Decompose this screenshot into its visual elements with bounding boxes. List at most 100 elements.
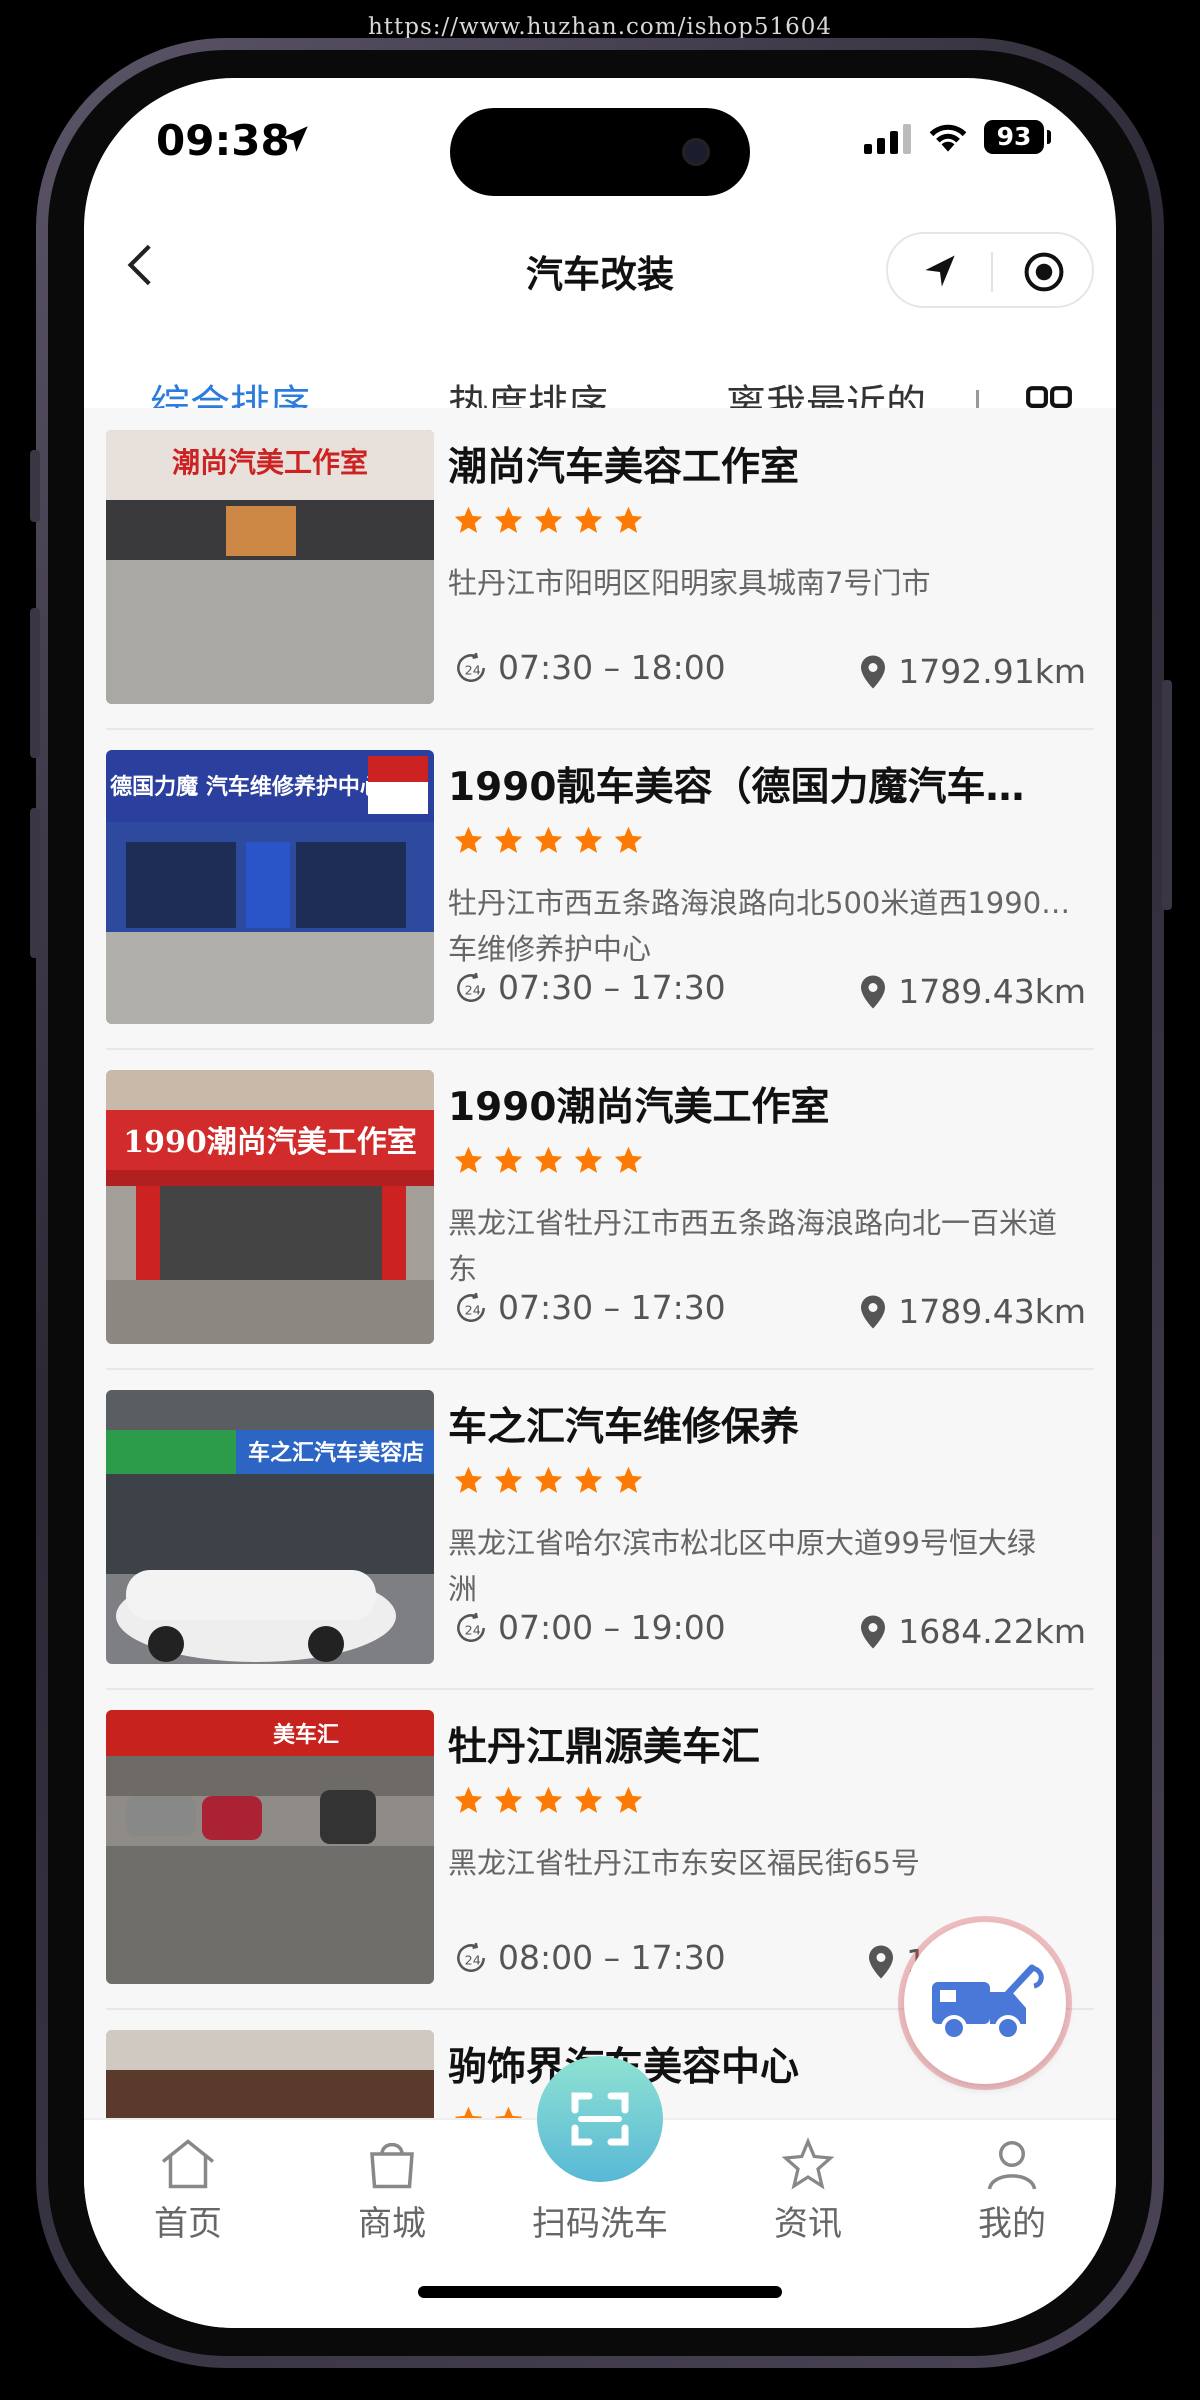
star-icon [614, 826, 643, 853]
clock-24h-icon: 24 [457, 652, 485, 682]
star-icon [454, 1786, 483, 1813]
svg-text:24: 24 [465, 982, 481, 997]
hours-text: 07:30 – 17:30 [498, 968, 726, 1007]
star-icon [614, 506, 643, 533]
business-hours: 24 07:30 – 17:30 [452, 1288, 726, 1327]
scan-icon [571, 2092, 629, 2146]
volume-down-button [30, 808, 40, 958]
rating-stars [452, 824, 645, 857]
dynamic-island [450, 108, 750, 196]
tabbar-label-shop: 商城 [358, 2204, 426, 2244]
shop-address: 黑龙江省哈尔滨市松北区中原大道99号恒大绿 洲 [448, 1520, 1098, 1612]
hours-text: 07:00 – 19:00 [498, 1608, 726, 1647]
shop-address: 牡丹江市阳明区阳明家具城南7号门市 [448, 560, 1098, 606]
shop-address: 牡丹江市西五条路海浪路向北500米道西1990… 车维修养护中心 [448, 880, 1098, 972]
shop-distance: 1684.22km [858, 1612, 1086, 1651]
hours-text: 07:30 – 17:30 [498, 1288, 726, 1327]
star-icon [454, 506, 483, 533]
star-icon [614, 1466, 643, 1493]
shop-sign-text: 德国力魔 汽车维修养护中心 [110, 774, 382, 800]
signal-icon [864, 124, 911, 154]
shop-distance: 1789.43km [858, 1292, 1086, 1331]
star-icon [494, 1786, 523, 1813]
star-icon [494, 1466, 523, 1493]
shop-photo: 车之汇汽车美容店 [106, 1390, 434, 1664]
shop-address-line2: 车维修养护中心 [448, 932, 652, 966]
location-pin-icon [861, 1295, 886, 1328]
tabbar-item-home[interactable]: 首页 [108, 2136, 268, 2244]
navigate-arrow-icon[interactable] [918, 250, 962, 294]
shop-address: 黑龙江省牡丹江市东安区福民街65号 [448, 1840, 1098, 1886]
rating-stars [452, 2104, 525, 2118]
tabbar-item-news[interactable]: 资讯 [728, 2136, 888, 2244]
star-icon [534, 826, 563, 853]
star-icon [574, 1786, 603, 1813]
user-icon [987, 2141, 1037, 2190]
business-hours: 24 07:00 – 19:00 [452, 1608, 726, 1647]
star-icon [614, 1786, 643, 1813]
star-icon [574, 1146, 603, 1173]
location-pin-icon [861, 1615, 886, 1648]
distance-text: 1789.43km [898, 1292, 1086, 1331]
shop-address-line1: 黑龙江省哈尔滨市松北区中原大道99号恒大绿 [448, 1526, 1036, 1560]
close-target-icon[interactable] [1022, 250, 1066, 294]
shop-sign-text: 车之汇汽车美容店 [248, 1440, 424, 1466]
shop-name: 牡丹江鼎源美车汇 [448, 1725, 761, 1770]
star-icon [781, 2137, 835, 2190]
wifi-icon [929, 124, 967, 152]
star-icon [574, 826, 603, 853]
tow-truck-button[interactable] [904, 1922, 1066, 2084]
svg-text:24: 24 [465, 662, 481, 677]
tabbar-item-me[interactable]: 我的 [932, 2136, 1092, 2244]
shop-distance: 1792.91km [858, 652, 1086, 691]
shop-name: 车之汇汽车维修保养 [448, 1405, 800, 1450]
svg-text:24: 24 [465, 1622, 481, 1637]
distance-text: 1789.43km [898, 972, 1086, 1011]
shop-card[interactable]: 德国力魔 汽车维修养护中心 1990靓车美容（德国力魔汽车… 牡丹江市西五条路海… [106, 728, 1094, 1048]
miniprogram-capsule [886, 232, 1094, 308]
volume-up-button [30, 608, 40, 758]
status-bar: 09:38 93 [84, 78, 1116, 198]
rating-stars [452, 504, 645, 537]
shop-address-line1: 牡丹江市西五条路海浪路向北500米道西1990… [448, 886, 1071, 920]
shop-photo: 潮尚汽美工作室 [106, 430, 434, 704]
shop-name: 潮尚汽车美容工作室 [448, 445, 800, 490]
star-icon [454, 2106, 483, 2118]
shop-photo [106, 2030, 434, 2118]
scan-button[interactable] [537, 2056, 663, 2182]
shopping-bag-icon [370, 2142, 414, 2189]
watermark-url: https://www.huzhan.com/ishop51604 [367, 14, 833, 40]
tabbar-item-shop[interactable]: 商城 [312, 2136, 472, 2244]
shop-address-line1: 黑龙江省牡丹江市东安区福民街65号 [448, 1846, 920, 1880]
navigation-bar: 汽车改装 [84, 198, 1116, 338]
star-icon [454, 1146, 483, 1173]
shop-address-line1: 牡丹江市阳明区阳明家具城南7号门市 [448, 566, 931, 600]
location-arrow-icon [282, 126, 308, 152]
capsule-divider [991, 252, 993, 292]
clock-24h-icon: 24 [457, 1292, 485, 1322]
tabbar-label-scan-wash: 扫码洗车 [532, 2204, 668, 2244]
shop-address-line2: 洲 [448, 1572, 478, 1606]
star-icon [534, 1786, 563, 1813]
star-icon [494, 826, 523, 853]
star-icon [454, 1466, 483, 1493]
shop-card[interactable]: 潮尚汽美工作室 潮尚汽车美容工作室 牡丹江市阳明区阳明家具城南7号门市 24 0… [106, 408, 1094, 728]
star-icon [454, 826, 483, 853]
tabbar-label-me: 我的 [978, 2204, 1046, 2244]
shop-card[interactable]: 1990潮尚汽美工作室 1990潮尚汽美工作室 黑龙江省牡丹江市西五条路海浪路向… [106, 1048, 1094, 1368]
mute-switch [30, 450, 40, 522]
distance-text: 1684.22km [898, 1612, 1086, 1651]
star-icon [614, 1146, 643, 1173]
location-pin-icon [869, 1945, 893, 1978]
home-icon [161, 2139, 215, 2189]
star-icon [494, 2106, 523, 2118]
hours-text: 07:30 – 18:00 [498, 648, 726, 687]
shop-card[interactable]: 车之汇汽车美容店 车之汇汽车维修保养 黑龙江省哈尔滨市松北区中原大道99号恒大绿… [106, 1368, 1094, 1688]
app-screen: 09:38 93 汽车改装 综合排序 热度排序 离我最近的 潮尚汽美工作室 潮尚… [84, 78, 1116, 2328]
svg-text:24: 24 [465, 1302, 481, 1317]
location-pin-icon [861, 655, 886, 688]
shop-photo: 德国力魔 汽车维修养护中心 [106, 750, 434, 1024]
shop-address-line2: 东 [448, 1252, 478, 1286]
power-button [1162, 680, 1172, 910]
hours-text: 08:00 – 17:30 [498, 1938, 726, 1977]
